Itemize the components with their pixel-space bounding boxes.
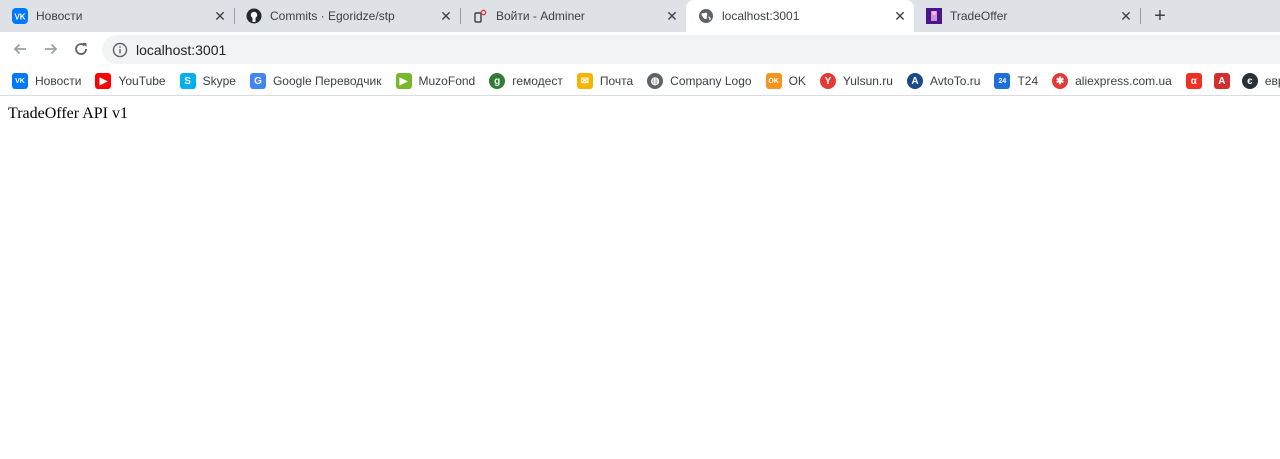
youtube-icon: ▶ [95, 73, 112, 89]
close-icon[interactable]: ✕ [892, 8, 908, 24]
bookmark-item[interactable]: 24 T24 [994, 69, 1038, 93]
bookmark-item[interactable]: A [1213, 69, 1230, 93]
aliexpress-icon: ✱ [1052, 73, 1069, 89]
address-bar[interactable]: localhost:3001 [102, 35, 1280, 64]
globe-icon: ◍ [647, 73, 664, 89]
muzofond-icon: ▶ [395, 73, 412, 89]
bookmark-item[interactable]: S Skype [179, 69, 236, 93]
bookmark-item[interactable]: ✉ Почта [576, 69, 634, 93]
bookmark-label: гемодест [512, 74, 563, 88]
gemodest-icon: g [489, 73, 506, 89]
bookmark-label: aliexpress.com.ua [1075, 74, 1172, 88]
bookmark-item[interactable]: ▶ MuzoFond [395, 69, 476, 93]
tab-tradeoffer[interactable]: TradeOffer ✕ [914, 0, 1140, 32]
mail-icon: ✉ [576, 73, 593, 89]
yulsun-icon: Y [819, 73, 836, 89]
github-icon [246, 8, 262, 24]
tab-localhost-active[interactable]: localhost:3001 ✕ [686, 0, 914, 32]
vk-icon: VK [12, 8, 28, 24]
close-icon[interactable]: ✕ [1118, 8, 1134, 24]
bookmark-item[interactable]: ▶ YouTube [95, 69, 166, 93]
tab-title: Commits · Egoridze/stp [270, 9, 395, 23]
new-tab-button[interactable]: + [1148, 4, 1172, 28]
bookmark-item[interactable]: A AvtoTo.ru [906, 69, 981, 93]
bookmark-label: AvtoTo.ru [929, 74, 981, 88]
euro-icon: є [1241, 73, 1258, 89]
bookmark-item[interactable]: ✱ aliexpress.com.ua [1052, 69, 1172, 93]
bookmark-label: Google Переводчик [272, 74, 382, 88]
tab-title: TradeOffer [950, 9, 1008, 23]
close-icon[interactable]: ✕ [212, 8, 228, 24]
bookmarks-bar: VK Новости ▶ YouTube S Skype G Google Переводчи… [0, 67, 1280, 96]
page-content: TradeOffer API v1 [0, 97, 1280, 459]
bookmark-label: Yulsun.ru [842, 74, 893, 88]
vk-icon: VK [12, 73, 28, 89]
tab-vk-news[interactable]: VK Новости ✕ [0, 0, 234, 32]
info-icon[interactable] [112, 42, 128, 58]
forward-button[interactable] [38, 36, 64, 62]
bookmark-item[interactable]: єевро [1241, 69, 1280, 93]
bookmark-item[interactable]: g гемодест [489, 69, 563, 93]
bookmark-label: Новости [35, 74, 82, 88]
tradeoffer-icon [926, 8, 942, 24]
bookmark-label: Почта [599, 74, 634, 88]
bookmark-item[interactable]: Y Yulsun.ru [819, 69, 893, 93]
bookmark-label: OK [788, 74, 806, 88]
tab-strip: VK Новости ✕ Commits · Egoridze/stp ✕ Во… [0, 0, 1280, 32]
bookmark-label: Skype [202, 74, 236, 88]
alfa-icon: α [1185, 73, 1202, 89]
bookmark-item[interactable]: G Google Переводчик [249, 69, 382, 93]
browser-toolbar: localhost:3001 [0, 32, 1280, 67]
tab-github-commits[interactable]: Commits · Egoridze/stp ✕ [234, 0, 460, 32]
t24-icon: 24 [994, 73, 1011, 89]
arrow-right-icon [45, 43, 58, 55]
bookmark-item[interactable]: VK Новости [12, 69, 81, 93]
reload-icon [75, 43, 87, 55]
bookmark-item[interactable]: α [1185, 69, 1202, 93]
skype-icon: S [179, 73, 196, 89]
google-translate-icon: G [249, 73, 266, 89]
ok-icon: OK [765, 73, 782, 89]
bookmark-item[interactable]: ◍ Company Logo [647, 69, 752, 93]
page-text: TradeOffer API v1 [8, 105, 128, 122]
bookmark-label: T24 [1017, 74, 1039, 88]
tab-title: localhost:3001 [722, 9, 800, 23]
avtoto-icon: A [906, 73, 923, 89]
globe-icon [698, 8, 714, 24]
reload-button[interactable] [68, 36, 94, 62]
svg-text:VK: VK [14, 13, 25, 22]
adminer-icon [472, 8, 488, 24]
bookmark-label: YouTube [118, 74, 166, 88]
tab-adminer[interactable]: Войти - Adminer ✕ [460, 0, 686, 32]
tab-title: Войти - Adminer [496, 9, 585, 23]
url-text: localhost:3001 [136, 41, 227, 58]
bookmark-label: евро [1264, 74, 1280, 88]
close-icon[interactable]: ✕ [438, 8, 454, 24]
acrobat-icon: A [1213, 73, 1230, 89]
bookmark-label: MuzoFond [418, 74, 476, 88]
bookmark-label: Company Logo [670, 74, 752, 88]
tab-title: Новости [36, 9, 83, 23]
bookmark-item[interactable]: OK OK [765, 69, 806, 93]
tab-separator [1140, 8, 1141, 24]
close-icon[interactable]: ✕ [664, 8, 680, 24]
arrow-left-icon [13, 43, 26, 55]
back-button[interactable] [7, 36, 33, 62]
